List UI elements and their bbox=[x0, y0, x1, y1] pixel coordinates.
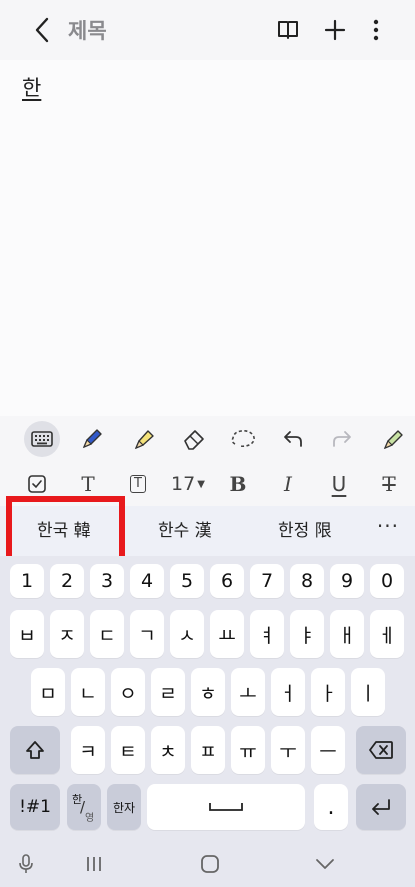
text-box-button[interactable]: T bbox=[124, 470, 152, 498]
font-size-value: 17 bbox=[171, 473, 196, 495]
space-icon bbox=[209, 803, 243, 811]
language-toggle-label: 한 / 영 bbox=[69, 789, 99, 825]
key-ch[interactable]: ㅊ bbox=[151, 726, 185, 774]
lang-bottom-label: 영 bbox=[85, 813, 95, 824]
key-9[interactable]: 9 bbox=[330, 564, 364, 598]
note-app: 제목 한 T T 17 ▼ B I U T 한국 韓 한수 漢 한정 限 ···… bbox=[0, 0, 415, 887]
key-e[interactable]: ㅔ bbox=[370, 610, 404, 658]
key-d[interactable]: ㄷ bbox=[90, 610, 124, 658]
key-5[interactable]: 5 bbox=[170, 564, 204, 598]
undo-icon[interactable] bbox=[276, 422, 310, 456]
book-icon[interactable] bbox=[272, 14, 304, 46]
key-g[interactable]: ㄱ bbox=[130, 610, 164, 658]
key-i[interactable]: ㅣ bbox=[351, 668, 385, 716]
editor-text[interactable]: 한 bbox=[22, 72, 41, 102]
key-2[interactable]: 2 bbox=[50, 564, 84, 598]
key-7[interactable]: 7 bbox=[250, 564, 284, 598]
key-m[interactable]: ㅁ bbox=[31, 668, 65, 716]
chevron-left-icon[interactable] bbox=[28, 14, 56, 46]
period-key[interactable]: . bbox=[314, 784, 348, 830]
suggestion-item-2[interactable]: 한수 漢 bbox=[158, 516, 212, 541]
key-k[interactable]: ㅋ bbox=[71, 726, 105, 774]
key-p[interactable]: ㅍ bbox=[191, 726, 225, 774]
key-n[interactable]: ㄴ bbox=[71, 668, 105, 716]
key-eu[interactable]: ㅡ bbox=[311, 726, 345, 774]
key-h[interactable]: ㅎ bbox=[191, 668, 225, 716]
marker-icon[interactable] bbox=[376, 422, 410, 456]
key-ng[interactable]: ㅇ bbox=[111, 668, 145, 716]
text-box-label: T bbox=[130, 475, 146, 493]
backspace-key[interactable] bbox=[356, 726, 406, 774]
key-yo[interactable]: ㅛ bbox=[210, 610, 244, 658]
highlighter-icon[interactable] bbox=[127, 422, 161, 456]
font-size-dropdown[interactable]: 17 ▼ bbox=[168, 470, 208, 498]
plus-icon[interactable] bbox=[319, 14, 351, 46]
more-suggestions-button[interactable]: ··· bbox=[377, 514, 399, 538]
text-style-button[interactable]: T bbox=[74, 470, 102, 498]
note-editor[interactable]: 한 bbox=[0, 60, 415, 416]
keyboard-icon[interactable] bbox=[24, 421, 60, 457]
kebab-icon[interactable] bbox=[360, 14, 392, 46]
key-yu[interactable]: ㅠ bbox=[231, 726, 265, 774]
key-a[interactable]: ㅏ bbox=[311, 668, 345, 716]
key-o[interactable]: ㅗ bbox=[231, 668, 265, 716]
key-3[interactable]: 3 bbox=[90, 564, 124, 598]
key-4[interactable]: 4 bbox=[130, 564, 164, 598]
lasso-icon[interactable] bbox=[226, 422, 260, 456]
shift-key[interactable] bbox=[10, 726, 60, 774]
keyboard: 1 2 3 4 5 6 7 8 9 0 ㅂ ㅈ ㄷ ㄱ ㅅ ㅛ ㅕ ㅑ ㅐ ㅔ … bbox=[0, 556, 415, 840]
keyboard-hide-icon[interactable] bbox=[313, 852, 337, 876]
key-6[interactable]: 6 bbox=[210, 564, 244, 598]
enter-icon bbox=[372, 799, 390, 815]
symbols-key[interactable]: !#1 bbox=[10, 784, 60, 830]
key-s[interactable]: ㅅ bbox=[170, 610, 204, 658]
key-t[interactable]: ㅌ bbox=[111, 726, 145, 774]
hanja-key[interactable]: 한자 bbox=[107, 784, 141, 830]
page-title[interactable]: 제목 bbox=[68, 15, 107, 45]
strikethrough-label: T bbox=[382, 472, 396, 496]
navigation-bar bbox=[0, 840, 415, 887]
underline-label: U bbox=[331, 472, 347, 496]
key-r[interactable]: ㄹ bbox=[151, 668, 185, 716]
italic-label: I bbox=[284, 472, 292, 496]
recent-apps-icon[interactable] bbox=[82, 852, 106, 876]
language-toggle-key[interactable]: 한 / 영 bbox=[67, 784, 101, 830]
enter-key[interactable] bbox=[356, 784, 406, 830]
key-ya[interactable]: ㅑ bbox=[290, 610, 324, 658]
pen-icon[interactable] bbox=[75, 422, 109, 456]
drawing-toolbar bbox=[0, 416, 415, 460]
key-b[interactable]: ㅂ bbox=[10, 610, 44, 658]
bold-button[interactable]: B bbox=[225, 470, 251, 498]
key-8[interactable]: 8 bbox=[290, 564, 324, 598]
key-u[interactable]: ㅜ bbox=[271, 726, 305, 774]
strikethrough-button[interactable]: T bbox=[376, 470, 402, 498]
shift-icon bbox=[26, 741, 44, 759]
underline-button[interactable]: U bbox=[326, 470, 352, 498]
home-icon[interactable] bbox=[198, 852, 222, 876]
redo-icon[interactable] bbox=[325, 422, 359, 456]
backspace-icon bbox=[369, 741, 393, 759]
checkbox-icon[interactable] bbox=[24, 470, 50, 498]
eraser-icon[interactable] bbox=[177, 422, 211, 456]
key-ae[interactable]: ㅐ bbox=[330, 610, 364, 658]
text-style-label: T bbox=[81, 472, 95, 496]
dropdown-arrow-icon: ▼ bbox=[197, 478, 205, 490]
bold-label: B bbox=[229, 472, 247, 496]
key-yeo[interactable]: ㅕ bbox=[250, 610, 284, 658]
key-1[interactable]: 1 bbox=[10, 564, 44, 598]
microphone-icon[interactable] bbox=[14, 852, 38, 876]
key-j[interactable]: ㅈ bbox=[50, 610, 84, 658]
key-0[interactable]: 0 bbox=[370, 564, 404, 598]
key-eo[interactable]: ㅓ bbox=[271, 668, 305, 716]
space-key[interactable] bbox=[147, 784, 305, 830]
italic-button[interactable]: I bbox=[275, 470, 301, 498]
header-bar: 제목 bbox=[0, 0, 415, 60]
suggestion-item-3[interactable]: 한정 限 bbox=[278, 516, 332, 541]
